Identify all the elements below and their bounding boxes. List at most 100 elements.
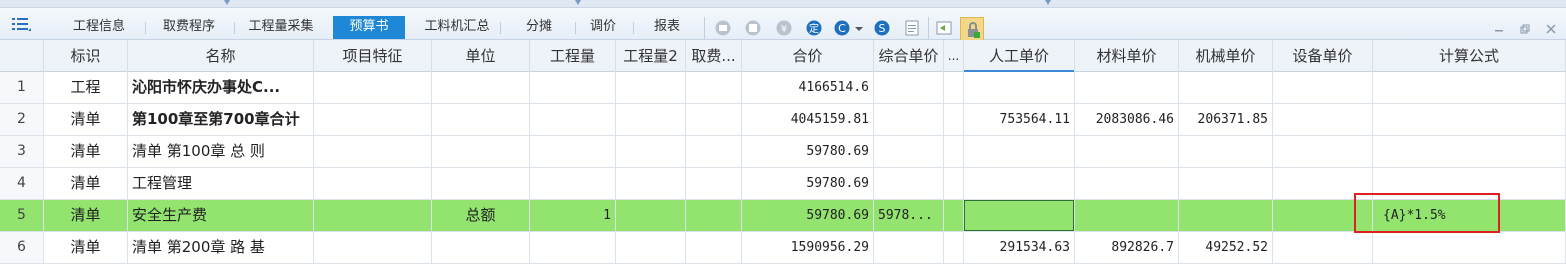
cell-hejia[interactable]: 4045159.81 [742,104,874,135]
cell-shebeidanjia[interactable] [1273,72,1373,103]
table-row[interactable]: 3 清单 清单 第100章 总 则 59780.69 [0,136,1566,168]
cell-mingcheng[interactable]: 工程管理 [128,168,314,199]
cell-gongchengliang[interactable] [530,168,616,199]
cell-shebeidanjia[interactable] [1273,200,1373,231]
cell-qufei[interactable] [686,232,742,263]
list-menu-icon[interactable] [10,14,32,34]
cell-mingcheng[interactable]: 沁阳市怀庆办事处C... [128,72,314,103]
cell-xiangmutezheng[interactable] [314,232,432,263]
cell-gongchengliang[interactable] [530,104,616,135]
settle-icon[interactable]: 定 [805,19,823,37]
cell-rengongdanjia[interactable] [964,72,1075,103]
cell-danwei[interactable]: 总额 [432,200,530,231]
cell-shebeidanjia[interactable] [1273,104,1373,135]
cell-biaoshi[interactable]: 清单 [44,168,128,199]
cell-hejia[interactable]: 59780.69 [742,136,874,167]
cell-gongchengliang[interactable] [530,232,616,263]
col-header-shebeidanjia[interactable]: 设备单价 [1273,40,1373,72]
cell-extra[interactable] [944,72,964,103]
focused-cell[interactable] [964,200,1074,231]
table-row[interactable]: 5 清单 安全生产费 总额 1 59780.69 5978... {A}*1.5% [0,200,1566,232]
cell-hejia[interactable]: 59780.69 [742,200,874,231]
cell-gongchengliang2[interactable] [616,104,686,135]
cell-extra[interactable] [944,168,964,199]
col-header-hejia[interactable]: 合价 [742,40,874,72]
col-header-extra[interactable]: ... [944,40,964,72]
cell-mingcheng[interactable]: 清单 第100章 总 则 [128,136,314,167]
cell-zonghedanjia[interactable]: 5978... [874,200,944,231]
cell-gongchengliang2[interactable] [616,136,686,167]
tool-b-icon[interactable] [744,19,762,37]
cell-gongchengliang2[interactable] [616,72,686,103]
col-header-jisuangongshi[interactable]: 计算公式 [1373,40,1566,72]
cell-jixiedanjia[interactable] [1179,200,1273,231]
restore-icon[interactable] [1518,22,1532,36]
cell-biaoshi[interactable]: 工程 [44,72,128,103]
cell-gongchengliang[interactable] [530,136,616,167]
cell-shebeidanjia[interactable] [1273,232,1373,263]
cell-gongchengliang[interactable] [530,72,616,103]
cell-biaoshi[interactable]: 清单 [44,104,128,135]
cell-xiangmutezheng[interactable] [314,200,432,231]
tab-price-adjust[interactable]: 调价 [580,16,626,40]
minimize-icon[interactable] [1492,22,1506,36]
cell-cailiaodanjia[interactable] [1075,168,1179,199]
col-header-qufei[interactable]: 取费... [686,40,742,72]
cell-qufei[interactable] [686,200,742,231]
cell-jixiedanjia[interactable]: 206371.85 [1179,104,1273,135]
lock-button[interactable] [960,17,984,41]
cell-cailiaodanjia[interactable] [1075,72,1179,103]
col-header-xiangmutezheng[interactable]: 项目特征 [314,40,432,72]
cell-extra[interactable] [944,200,964,231]
cell-gongchengliang2[interactable] [616,232,686,263]
c-dropdown-icon[interactable]: C [833,19,851,37]
cell-biaoshi[interactable]: 清单 [44,136,128,167]
cell-rengongdanjia[interactable]: 291534.63 [964,232,1075,263]
tab-project-info[interactable]: 工程信息 [60,16,138,40]
col-header-biaoshi[interactable]: 标识 [44,40,128,72]
cell-jixiedanjia[interactable] [1179,168,1273,199]
cell-jisuangongshi[interactable] [1373,168,1566,199]
tab-reports[interactable]: 报表 [640,16,694,40]
col-header-gongchengliang2[interactable]: 工程量2 [616,40,686,72]
cell-gongchengliang2[interactable] [616,200,686,231]
cell-xiangmutezheng[interactable] [314,136,432,167]
cell-zonghedanjia[interactable] [874,168,944,199]
cell-jixiedanjia[interactable]: 49252.52 [1179,232,1273,263]
table-row[interactable]: 1 工程 沁阳市怀庆办事处C... 4166514.6 [0,72,1566,104]
cell-xiangmutezheng[interactable] [314,104,432,135]
cell-jisuangongshi[interactable] [1373,72,1566,103]
tab-quantity-collection[interactable]: 工程量采集 [240,16,322,40]
cell-mingcheng[interactable]: 第100章至第700章合计 [128,104,314,135]
cell-shebeidanjia[interactable] [1273,136,1373,167]
document-icon[interactable] [903,19,921,37]
chevron-down-icon[interactable] [853,19,865,37]
close-icon[interactable] [1544,22,1558,36]
cell-jisuangongshi[interactable] [1373,232,1566,263]
cell-mingcheng[interactable]: 安全生产费 [128,200,314,231]
cell-rengongdanjia[interactable] [964,168,1075,199]
cell-cailiaodanjia[interactable] [1075,136,1179,167]
cell-zonghedanjia[interactable] [874,72,944,103]
cell-cailiaodanjia[interactable] [1075,200,1179,231]
cell-xiangmutezheng[interactable] [314,168,432,199]
col-header-zonghedanjia[interactable]: 综合单价 [874,40,944,72]
cell-danwei[interactable] [432,104,530,135]
cell-cailiaodanjia[interactable]: 2083086.46 [1075,104,1179,135]
tab-fee-procedure[interactable]: 取费程序 [150,16,228,40]
tool-c-icon[interactable]: ¥ [775,19,793,37]
cell-jisuangongshi[interactable]: {A}*1.5% [1373,200,1566,231]
cell-danwei[interactable] [432,136,530,167]
table-row[interactable]: 6 清单 清单 第200章 路 基 1590956.29 291534.63 892826… [0,232,1566,264]
col-header-gongchengliang[interactable]: 工程量 [530,40,616,72]
cell-hejia[interactable]: 4166514.6 [742,72,874,103]
cell-hejia[interactable]: 1590956.29 [742,232,874,263]
cell-xiangmutezheng[interactable] [314,72,432,103]
table-row[interactable]: 4 清单 工程管理 59780.69 [0,168,1566,200]
cell-hejia[interactable]: 59780.69 [742,168,874,199]
cell-rengongdanjia[interactable] [964,136,1075,167]
tab-budget-book[interactable]: 预算书 [333,16,405,39]
cell-biaoshi[interactable]: 清单 [44,200,128,231]
cell-jisuangongshi[interactable] [1373,136,1566,167]
tool-a-icon[interactable] [714,19,732,37]
